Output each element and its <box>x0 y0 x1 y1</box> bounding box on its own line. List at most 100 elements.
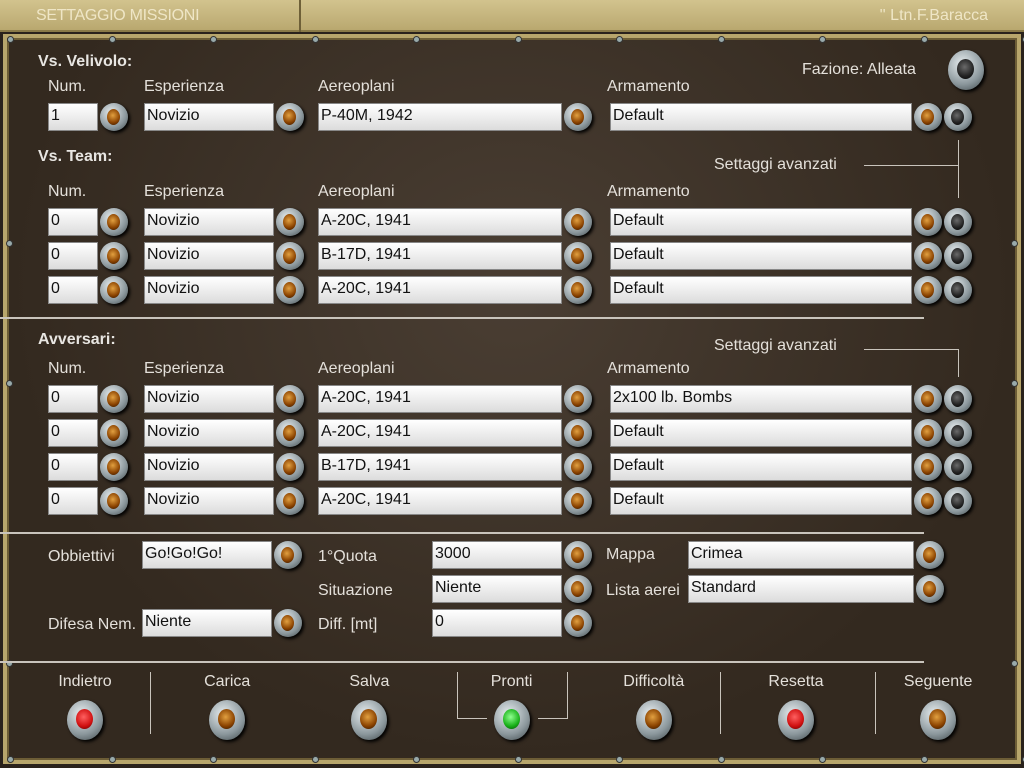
altitude-diff-knob[interactable] <box>564 609 592 637</box>
team-row-1-aircraft-knob[interactable] <box>564 208 592 236</box>
bracket-line <box>958 349 959 377</box>
situation-field[interactable]: Niente <box>432 575 562 603</box>
enemy-row-4-experience-knob[interactable] <box>276 487 304 515</box>
planelist-field[interactable]: Standard <box>688 575 914 603</box>
enemy-row-2-num-field[interactable]: 0 <box>48 419 98 447</box>
player-num-field[interactable]: 1 <box>48 103 98 131</box>
team-row-2-num-field[interactable]: 0 <box>48 242 98 270</box>
altitude-field[interactable]: 3000 <box>432 541 562 569</box>
faction-label: Fazione: Alleata <box>802 61 916 78</box>
enemy-row-1-advanced-knob[interactable] <box>944 385 972 413</box>
enemy-row-2-num-knob[interactable] <box>100 419 128 447</box>
team-row-1-num-knob[interactable] <box>100 208 128 236</box>
player-armament-knob[interactable] <box>914 103 942 131</box>
enemy-row-4-advanced-knob[interactable] <box>944 487 972 515</box>
team-row-3-aircraft-knob[interactable] <box>564 276 592 304</box>
team-row-1-experience-knob[interactable] <box>276 208 304 236</box>
divider <box>0 317 924 319</box>
enemy-row-1-num-field[interactable]: 0 <box>48 385 98 413</box>
team-row-2-num-knob[interactable] <box>100 242 128 270</box>
enemy-row-4-armament-knob[interactable] <box>914 487 942 515</box>
enemy-row-3-num-knob[interactable] <box>100 453 128 481</box>
team-row-2-armament-field[interactable]: Default <box>610 242 912 270</box>
enemy-row-2-armament-field[interactable]: Default <box>610 419 912 447</box>
team-row-3-experience-field[interactable]: Novizio <box>144 276 274 304</box>
team-row-3-experience-knob[interactable] <box>276 276 304 304</box>
enemy-defense-knob[interactable] <box>274 609 302 637</box>
enemy-row-1-armament-knob[interactable] <box>914 385 942 413</box>
pronti-button[interactable] <box>493 700 530 740</box>
enemy-row-3-experience-knob[interactable] <box>276 453 304 481</box>
enemy-row-4-aircraft-field[interactable]: A-20C, 1941 <box>318 487 562 515</box>
enemy-row-4-experience-field[interactable]: Novizio <box>144 487 274 515</box>
enemy-row-2-aircraft-field[interactable]: A-20C, 1941 <box>318 419 562 447</box>
enemy-row-4-num-field[interactable]: 0 <box>48 487 98 515</box>
altitude-knob[interactable] <box>564 541 592 569</box>
enemy-row-1-armament-field[interactable]: 2x100 lb. Bombs <box>610 385 912 413</box>
indietro-button[interactable] <box>67 700 103 740</box>
player-aircraft-field[interactable]: P-40M, 1942 <box>318 103 562 131</box>
team-row-1-num-field[interactable]: 0 <box>48 208 98 236</box>
enemy-row-3-armament-field[interactable]: Default <box>610 453 912 481</box>
enemy-row-2-experience-field[interactable]: Novizio <box>144 419 274 447</box>
planelist-knob[interactable] <box>916 575 944 603</box>
situation-knob[interactable] <box>564 575 592 603</box>
team-row-1-armament-field[interactable]: Default <box>610 208 912 236</box>
team-row-3-armament-knob[interactable] <box>914 276 942 304</box>
team-row-2-aircraft-field[interactable]: B-17D, 1941 <box>318 242 562 270</box>
seguente-button[interactable] <box>920 700 957 740</box>
enemy-row-3-armament-knob[interactable] <box>914 453 942 481</box>
player-advanced-knob[interactable] <box>944 103 972 131</box>
enemy-row-2-experience-knob[interactable] <box>276 419 304 447</box>
rivet <box>616 36 623 43</box>
map-label: Mappa <box>606 546 655 563</box>
enemy-row-3-advanced-knob[interactable] <box>944 453 972 481</box>
enemy-row-4-armament-field[interactable]: Default <box>610 487 912 515</box>
enemy-row-4-num-knob[interactable] <box>100 487 128 515</box>
header-num: Num. <box>48 78 87 95</box>
map-knob[interactable] <box>916 541 944 569</box>
rivet <box>108 756 116 763</box>
team-row-2-advanced-knob[interactable] <box>944 242 972 270</box>
player-experience-knob[interactable] <box>276 103 304 131</box>
enemy-defense-field[interactable]: Niente <box>142 609 272 637</box>
team-row-1-advanced-knob[interactable] <box>944 208 972 236</box>
team-row-1-armament-knob[interactable] <box>914 208 942 236</box>
team-row-1-aircraft-field[interactable]: A-20C, 1941 <box>318 208 562 236</box>
resetta-button[interactable] <box>778 700 814 740</box>
enemy-row-3-experience-field[interactable]: Novizio <box>144 453 274 481</box>
enemy-row-2-advanced-knob[interactable] <box>944 419 972 447</box>
enemy-row-1-aircraft-knob[interactable] <box>564 385 592 413</box>
team-row-2-armament-knob[interactable] <box>914 242 942 270</box>
enemy-row-1-experience-knob[interactable] <box>276 385 304 413</box>
enemy-row-1-aircraft-field[interactable]: A-20C, 1941 <box>318 385 562 413</box>
enemy-row-1-experience-field[interactable]: Novizio <box>144 385 274 413</box>
objectives-field[interactable]: Go!Go!Go! <box>142 541 272 569</box>
carica-button[interactable] <box>209 700 246 740</box>
team-row-3-aircraft-field[interactable]: A-20C, 1941 <box>318 276 562 304</box>
enemy-row-2-armament-knob[interactable] <box>914 419 942 447</box>
team-row-3-advanced-knob[interactable] <box>944 276 972 304</box>
map-field[interactable]: Crimea <box>688 541 914 569</box>
team-row-1-experience-field[interactable]: Novizio <box>144 208 274 236</box>
altitude-diff-field[interactable]: 0 <box>432 609 562 637</box>
enemy-row-4-aircraft-knob[interactable] <box>564 487 592 515</box>
enemy-row-3-num-field[interactable]: 0 <box>48 453 98 481</box>
team-row-3-armament-field[interactable]: Default <box>610 276 912 304</box>
player-experience-field[interactable]: Novizio <box>144 103 274 131</box>
player-aircraft-knob[interactable] <box>564 103 592 131</box>
faction-toggle-knob[interactable] <box>948 50 984 90</box>
difficolt-button[interactable] <box>635 700 672 740</box>
enemy-row-1-num-knob[interactable] <box>100 385 128 413</box>
team-row-2-experience-field[interactable]: Novizio <box>144 242 274 270</box>
player-armament-field[interactable]: Default <box>610 103 912 131</box>
team-row-2-aircraft-knob[interactable] <box>564 242 592 270</box>
team-row-3-num-knob[interactable] <box>100 276 128 304</box>
enemy-row-2-aircraft-knob[interactable] <box>564 419 592 447</box>
objectives-knob[interactable] <box>274 541 302 569</box>
team-row-3-num-field[interactable]: 0 <box>48 276 98 304</box>
enemy-row-3-aircraft-knob[interactable] <box>564 453 592 481</box>
player-num-knob[interactable] <box>100 103 128 131</box>
team-row-2-experience-knob[interactable] <box>276 242 304 270</box>
enemy-row-3-aircraft-field[interactable]: B-17D, 1941 <box>318 453 562 481</box>
